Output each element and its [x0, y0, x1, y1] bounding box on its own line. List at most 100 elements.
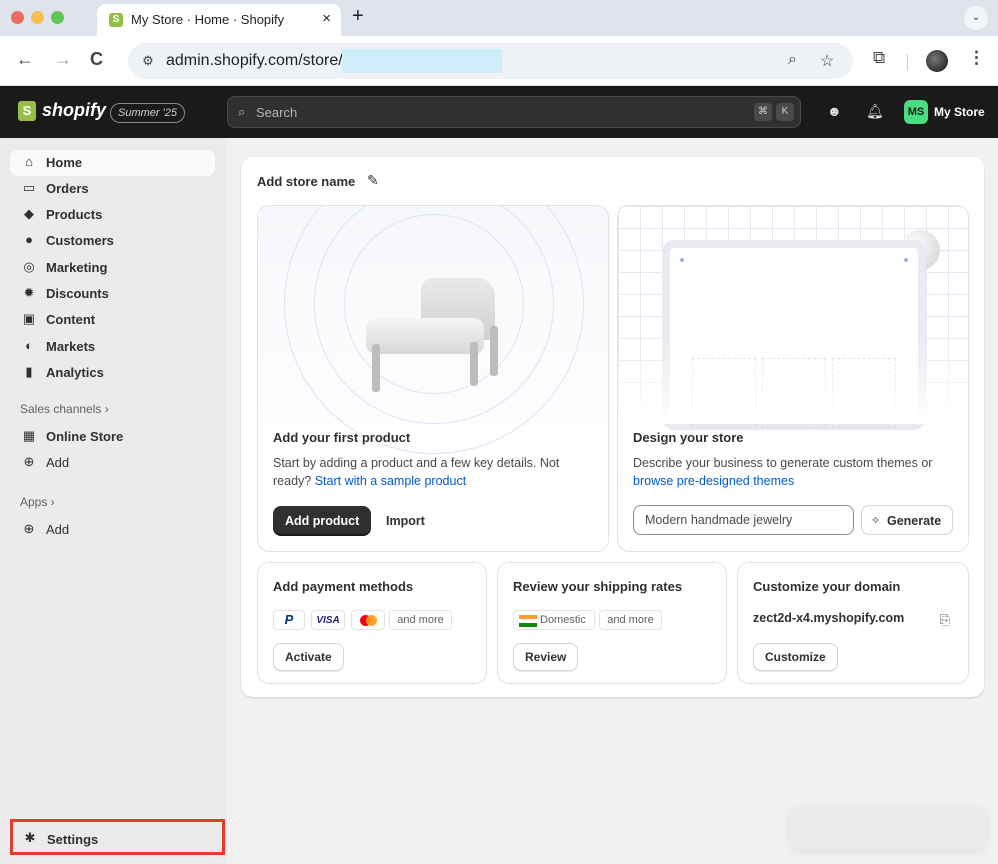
browser-toolbar: ← → C ⚙ admin.shopify.com/store/ ⌕ ☆ ⧉ ⋮ — [0, 36, 998, 86]
target-icon: ◎ — [23, 259, 35, 274]
forward-button[interactable]: → — [54, 49, 72, 70]
sidebar-item-marketing[interactable]: ◎ Marketing — [10, 255, 215, 281]
add-product-button[interactable]: Add product — [273, 506, 372, 536]
mastercard-circle — [366, 615, 377, 626]
home-icon: ⌂ — [25, 154, 33, 169]
store-name-heading[interactable]: Add store name — [257, 174, 355, 189]
notification-bell-icon[interactable]: 🔔︎ — [866, 103, 884, 120]
add-product-description: Start by adding a product and a few key … — [273, 454, 593, 490]
url-redaction — [342, 49, 502, 73]
extensions-puzzle-icon[interactable]: ⧉ — [873, 48, 885, 68]
bookmark-star-icon[interactable]: ☆ — [820, 51, 834, 71]
design-store-description: Describe your business to generate custo… — [633, 454, 963, 490]
url-text[interactable]: admin.shopify.com/store/ — [166, 52, 343, 70]
tab-search-button[interactable]: ⌄ — [964, 6, 988, 30]
sidebar-item-label: Markets — [46, 339, 96, 354]
minimize-window-button[interactable] — [31, 11, 44, 24]
visa-glyph: VISA — [316, 615, 340, 626]
import-button[interactable]: Import — [386, 514, 425, 528]
custom-domain-title: Customize your domain — [753, 579, 901, 594]
site-info-icon[interactable]: ⚙ — [138, 51, 158, 71]
browser-menu-icon[interactable]: ⋮ — [968, 48, 985, 68]
sidebar-item-label: Orders — [46, 181, 89, 196]
chair-illustration — [258, 206, 608, 454]
bar-chart-icon: ▮ — [25, 364, 33, 379]
sidebar-item-analytics[interactable]: ▮ Analytics — [10, 360, 215, 386]
review-button[interactable]: Review — [513, 643, 579, 671]
domestic-label: Domestic — [540, 614, 586, 626]
shortcut-k-key: K — [776, 103, 794, 121]
pencil-icon[interactable]: ✎ — [367, 172, 379, 189]
setup-guide-card: Add store name ✎ Add your first product … — [241, 157, 984, 697]
add-circle-icon: ⊕ — [23, 454, 35, 469]
sidebar-item-orders[interactable]: ▭ Orders — [10, 176, 215, 202]
payment-methods-title: Add payment methods — [273, 579, 414, 594]
mastercard-icon — [351, 610, 385, 630]
new-tab-button[interactable]: + — [352, 5, 364, 28]
customize-button[interactable]: Customize — [753, 643, 838, 671]
sidebar-item-products[interactable]: ◆ Products — [10, 202, 215, 228]
tab-title: My Store · Home · Shopify — [131, 12, 285, 27]
paypal-glyph: P — [284, 612, 294, 627]
sidebar-item-markets[interactable]: ◐ Markets — [10, 334, 215, 360]
reload-button[interactable]: C — [90, 49, 103, 70]
store-name[interactable]: My Store — [934, 105, 985, 119]
shopify-logo-text[interactable]: shopify — [42, 100, 106, 121]
sidebar-item-content[interactable]: ▣ Content — [10, 307, 215, 333]
add-product-title: Add your first product — [273, 430, 411, 445]
design-store-title: Design your store — [633, 430, 744, 445]
close-window-button[interactable] — [11, 11, 24, 24]
visa-icon: VISA — [311, 610, 345, 630]
grid-fade — [618, 336, 968, 424]
decor-dot — [680, 258, 684, 262]
chair-seat-shape — [366, 318, 484, 354]
browser-tab[interactable]: S My Store · Home · Shopify × — [97, 4, 341, 36]
sidebar-item-home[interactable]: ⌂ Home — [10, 150, 215, 176]
payment-methods-card: Add payment methods P VISA and more Acti… — [257, 562, 487, 684]
back-button[interactable]: ← — [16, 49, 34, 70]
sparkle-icon: ✧ — [871, 515, 881, 527]
generate-button[interactable]: ✧ Generate — [861, 505, 953, 535]
sidebar-item-customers[interactable]: ● Customers — [10, 228, 215, 254]
maximize-window-button[interactable] — [51, 11, 64, 24]
address-bar[interactable]: ⚙ admin.shopify.com/store/ ⌕ ☆ — [128, 43, 853, 79]
gear-icon: ✱ — [24, 830, 36, 845]
theme-prompt-value: Modern handmade jewelry — [645, 513, 793, 527]
sidebar-item-label: Home — [46, 155, 83, 170]
apps-heading[interactable]: Apps › — [20, 495, 55, 509]
domestic-chip: Domestic — [513, 610, 595, 630]
zoom-icon[interactable]: ⌕ — [788, 51, 797, 69]
theme-prompt-input[interactable]: Modern handmade jewelry — [633, 505, 854, 535]
sidebar-item-online-store[interactable]: ▦ Online Store — [10, 424, 215, 450]
shopify-bag-icon: S — [18, 101, 36, 121]
sidebar-item-discounts[interactable]: ✹ Discounts — [10, 281, 215, 307]
paypal-icon: P — [273, 610, 305, 630]
sidebar-item-add-app[interactable]: ⊕ Add — [10, 517, 215, 543]
search-input[interactable]: ⌕ Search ⌘ K — [227, 96, 801, 128]
chair-leg-shape — [470, 342, 478, 386]
profile-avatar[interactable] — [926, 50, 948, 72]
clipboard-icon[interactable]: ⎘ — [940, 612, 950, 628]
shopify-favicon-icon: S — [109, 13, 123, 27]
sidekick-icon[interactable]: ☻ — [827, 103, 842, 119]
sample-product-link[interactable]: Start with a sample product — [315, 474, 466, 488]
more-rates-chip: and more — [599, 610, 662, 630]
design-store-card: Design your store Describe your business… — [617, 205, 969, 552]
shipping-rates-card: Review your shipping rates Domestic and … — [497, 562, 727, 684]
sidebar-item-settings[interactable]: ✱ Settings — [10, 819, 225, 855]
sidebar-item-label: Customers — [46, 233, 114, 248]
store-avatar[interactable]: MS — [904, 100, 928, 124]
add-circle-icon: ⊕ — [23, 521, 35, 536]
edition-badge[interactable]: Summer '25 — [110, 103, 185, 123]
tab-close-icon[interactable]: × — [322, 10, 331, 27]
browser-tabbar: S My Store · Home · Shopify × + ⌄ — [0, 0, 998, 36]
chair-leg-shape — [372, 344, 380, 392]
orders-icon: ▭ — [22, 180, 36, 195]
sales-channels-heading[interactable]: Sales channels › — [20, 402, 109, 416]
sidebar-item-add-channel[interactable]: ⊕ Add — [10, 450, 215, 476]
activate-button[interactable]: Activate — [273, 643, 344, 671]
browse-themes-link[interactable]: browse pre-designed themes — [633, 474, 794, 488]
sidebar-item-label: Add — [46, 455, 70, 470]
sidebar-item-label: Add — [46, 522, 70, 537]
design-store-text: Describe your business to generate custo… — [633, 456, 933, 470]
